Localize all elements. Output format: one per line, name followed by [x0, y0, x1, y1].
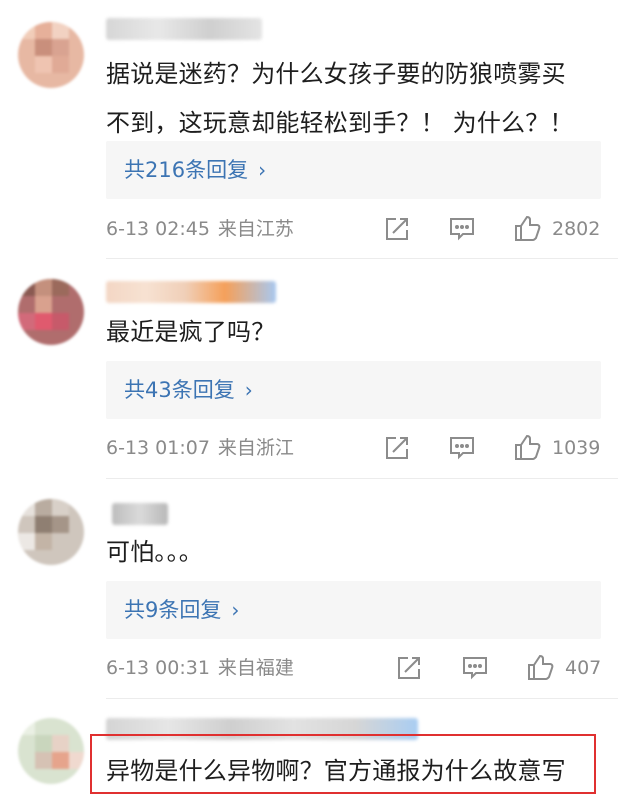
view-replies-button[interactable]: 共43条回复 ›: [106, 361, 601, 419]
avatar[interactable]: [18, 499, 84, 565]
thumbs-up-icon[interactable]: [527, 653, 555, 681]
comment-meta: 6-13 02:45 来自江苏: [106, 215, 294, 243]
comment-text: 据说是迷药？为什么女孩子要的防狼喷雾买 不到，这玩意却能轻松到手？！ 为什么？！: [106, 60, 574, 137]
timestamp: 6-13 02:45: [106, 218, 210, 240]
username[interactable]: [106, 281, 276, 303]
divider: [106, 258, 618, 259]
avatar[interactable]: [18, 279, 84, 345]
thumbs-up-icon[interactable]: [514, 214, 542, 242]
timestamp: 6-13 01:07: [106, 437, 210, 459]
comment-text: 可怕。。。: [106, 538, 203, 566]
comment-meta: 6-13 00:31 来自福建: [106, 654, 294, 682]
avatar[interactable]: [18, 718, 84, 784]
location: 来自江苏: [217, 218, 294, 240]
location: 来自福建: [217, 657, 294, 679]
share-icon[interactable]: [384, 435, 410, 461]
comment-item: 可怕。。。 共9条回复 › 6-13 00:31 来自福建 407: [0, 497, 618, 717]
view-replies-button[interactable]: 共216条回复 ›: [106, 141, 601, 199]
chevron-right-icon: ›: [231, 598, 240, 622]
comment-icon[interactable]: [449, 436, 475, 460]
like-count: 2802: [552, 218, 601, 240]
chevron-right-icon: ›: [244, 378, 253, 402]
comment-icon[interactable]: [449, 217, 475, 241]
like-count: 1039: [552, 437, 601, 459]
comment-item: 据说是迷药？为什么女孩子要的防狼喷雾买 不到，这玩意却能轻松到手？！ 为什么？！…: [0, 18, 618, 268]
share-icon[interactable]: [384, 216, 410, 242]
chevron-right-icon: ›: [258, 158, 267, 182]
view-replies-button[interactable]: 共9条回复 ›: [106, 581, 601, 639]
comment-icon[interactable]: [462, 656, 488, 680]
timestamp: 6-13 00:31: [106, 657, 210, 679]
comment-item: 最近是疯了吗？ 共43条回复 › 6-13 01:07 来自浙江 1039: [0, 277, 618, 497]
username[interactable]: [106, 18, 262, 40]
location: 来自浙江: [217, 437, 294, 459]
like-count: 407: [565, 657, 602, 679]
highlight-box: [90, 734, 596, 794]
avatar[interactable]: [18, 22, 84, 88]
comment-meta: 6-13 01:07 来自浙江: [106, 434, 294, 462]
thumbs-up-icon[interactable]: [514, 433, 542, 461]
comment-text: 最近是疯了吗？: [106, 318, 276, 346]
divider: [106, 478, 618, 479]
share-icon[interactable]: [396, 655, 422, 681]
divider: [106, 698, 618, 699]
username[interactable]: [112, 503, 168, 525]
